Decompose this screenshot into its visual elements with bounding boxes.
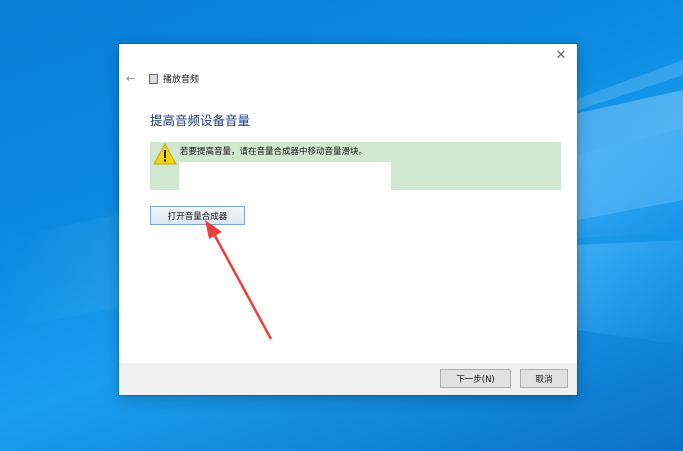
back-arrow-icon[interactable]: ← <box>126 72 135 85</box>
warning-message: 若要提高音量，请在音量合成器中移动音量滑块。 <box>150 142 561 190</box>
next-button[interactable]: 下一步(N) <box>440 369 511 388</box>
dialog-footer: 下一步(N) 取消 <box>119 363 577 395</box>
cancel-button[interactable]: 取消 <box>520 369 568 388</box>
warning-text: 若要提高音量，请在音量合成器中移动音量滑块。 <box>180 147 368 157</box>
open-volume-mixer-button[interactable]: 打开音量合成器 <box>150 206 245 225</box>
nav-title: 播放音频 <box>163 75 200 85</box>
nav-header: 播放音频 <box>149 72 199 85</box>
highlight-block-right <box>391 162 561 190</box>
audio-troubleshooter-icon <box>149 73 158 84</box>
close-icon[interactable]: ✕ <box>553 48 569 64</box>
warning-icon <box>153 143 177 165</box>
page-title: 提高音频设备音量 <box>150 113 251 128</box>
troubleshooter-dialog: ✕ ← 播放音频 提高音频设备音量 若要提高音量，请在音量合成器中移动音量滑块。… <box>119 44 577 395</box>
